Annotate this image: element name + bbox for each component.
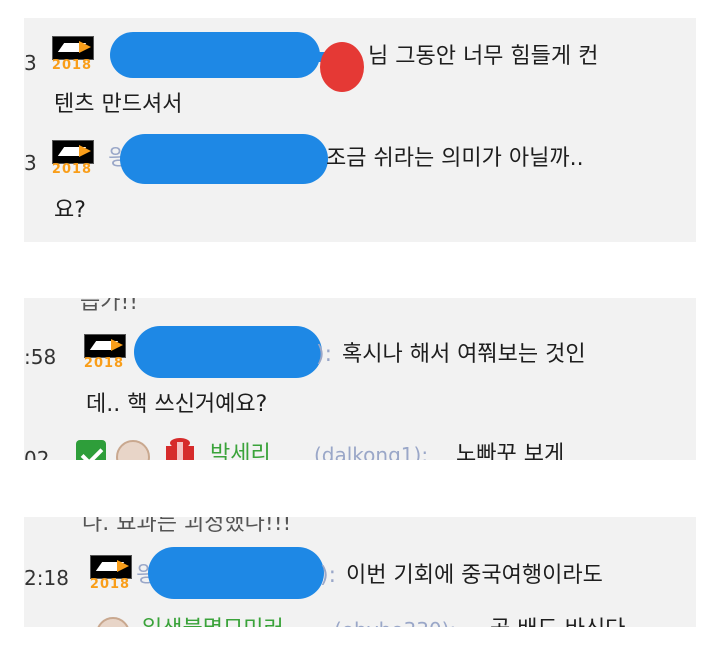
overwatch-league-2018-icon: 2018 xyxy=(50,36,94,76)
username[interactable]: 일생불멸모미러 xyxy=(142,615,284,627)
username-colon: ): xyxy=(320,563,336,588)
user-id: (dalkong1): xyxy=(314,443,429,460)
chat-message: 이번 기회에 중국여행이라도 xyxy=(346,563,603,588)
badge-year: 2018 xyxy=(89,577,131,592)
timestamp: 3 xyxy=(24,51,37,75)
redacted-username xyxy=(148,547,324,599)
chat-message: 곧 배도 바신다 xyxy=(490,615,625,627)
chat-message: 조금 쉬라는 의미가 아닐까.. xyxy=(326,146,584,171)
overwatch-league-2018-icon: 2018 xyxy=(88,555,132,595)
chat-message: 님 그동안 너무 힘들게 컨 xyxy=(368,44,599,69)
timestamp: 3 xyxy=(24,151,37,175)
timestamp: 2:18 xyxy=(24,566,69,590)
chat-message: 혹시나 해서 여쭤보는 것인 xyxy=(342,342,586,367)
badge-year: 2018 xyxy=(51,162,93,177)
badge-year: 2018 xyxy=(83,356,125,371)
gift-icon xyxy=(164,436,196,460)
badge-year: 2018 xyxy=(51,58,93,73)
chat-panel-3: 나. 묘과는 괴정했나!!! 2:18 2018 읭 ): 이번 기회에 중국여… xyxy=(24,517,696,627)
user-id: (obyho330): xyxy=(334,615,456,627)
username-colon: ): xyxy=(316,342,332,367)
checkmark-badge-icon xyxy=(76,440,106,460)
cut-off-message: 나. 묘과는 괴정했나!!! xyxy=(82,517,292,536)
chat-message-continued: 요? xyxy=(54,198,86,223)
chat-message: 노빠꾸 보게 xyxy=(456,442,565,460)
emoticon-ball-icon xyxy=(116,440,150,460)
username[interactable]: 박세리 xyxy=(210,440,271,460)
chat-message-continued: 텐츠 만드셔서 xyxy=(54,92,183,117)
emoticon-ball-icon xyxy=(96,617,130,627)
chat-panel-2: 습가!! :58 2018 ): 혹시나 해서 여쭤보는 것인 데.. 핵 쓰신… xyxy=(24,298,696,460)
redacted-username xyxy=(120,134,328,184)
chat-message-continued: 데.. 핵 쓰신거예요? xyxy=(86,392,268,417)
timestamp: 02 xyxy=(24,447,50,460)
overwatch-league-2018-icon: 2018 xyxy=(82,334,126,374)
overwatch-league-2018-icon: 2018 xyxy=(50,140,94,180)
cut-off-message: 습가!! xyxy=(80,298,139,315)
redacted-username xyxy=(134,326,322,378)
timestamp: :58 xyxy=(24,345,57,369)
chat-panel-1: 3 2018 님 그동안 너무 힘들게 컨 텐츠 만드셔서 3 2018 읭 조… xyxy=(24,18,696,242)
redaction-red-mark xyxy=(320,42,364,92)
